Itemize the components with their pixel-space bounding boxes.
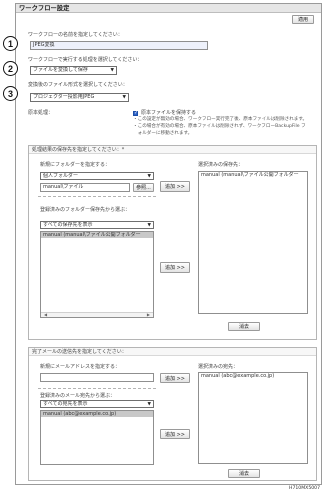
folder-path-input[interactable]: manual\ファイル bbox=[40, 183, 130, 192]
selected-recipients-label: 選択済みの宛先： bbox=[198, 364, 239, 370]
operation-select-value: ファイルを変換して保存 bbox=[33, 67, 88, 73]
mail-filter-value: すべての宛先を表示 bbox=[43, 401, 88, 407]
add-registered-mail-button[interactable]: 追加 >> bbox=[160, 429, 190, 439]
chevron-down-icon: ▼ bbox=[147, 402, 151, 407]
selected-destinations-label: 選択済みの保存先： bbox=[198, 162, 244, 168]
name-label: ワークフローの名前を指定してください： bbox=[28, 32, 123, 38]
figure-code: H710MX5007 bbox=[289, 486, 321, 491]
new-mail-label: 新規にメールアドレスを指定する： bbox=[40, 364, 121, 370]
registered-mail-label: 登録済みのメール宛先から選ぶ： bbox=[40, 393, 116, 399]
apply-button[interactable]: 適用 bbox=[292, 15, 314, 24]
operation-select[interactable]: ファイルを変換して保存 ▼ bbox=[30, 66, 117, 75]
keep-original-label: 原本ファイルを保持する bbox=[141, 110, 197, 116]
registered-folders-label: 登録済みのフォルダー保存先から選ぶ： bbox=[40, 207, 131, 213]
original-file-label: 原本処理： bbox=[28, 110, 54, 116]
divider bbox=[38, 196, 156, 197]
selected-destinations-list[interactable]: manual (manual\ファイル公開フォルダー bbox=[198, 171, 308, 314]
scroll-left-icon: ◀ bbox=[44, 312, 48, 317]
selected-recipients-list[interactable]: manual (abc@example.co.jp) bbox=[198, 372, 308, 464]
original-note-2: ・この場合が有効の場合、原本ファイルは削除されず、ワークフローBackupFil… bbox=[133, 124, 306, 129]
folder-filter-value: すべての保存先を表示 bbox=[43, 222, 93, 228]
callout-1: 1 bbox=[3, 36, 18, 51]
mail-filter-select[interactable]: すべての宛先を表示 ▼ bbox=[40, 400, 154, 408]
browse-button[interactable]: 参照... bbox=[133, 183, 154, 192]
chevron-down-icon: ▼ bbox=[147, 174, 151, 179]
list-item[interactable]: manual (manual\ファイル公開フォルダー bbox=[41, 232, 153, 238]
delete-destination-button[interactable]: 消去 bbox=[228, 322, 260, 331]
divider bbox=[38, 388, 156, 389]
new-mail-input[interactable] bbox=[40, 373, 154, 382]
registered-mail-list[interactable]: manual (abc@example.co.jp) bbox=[40, 410, 154, 465]
format-label: 変換後のファイル形式を選択してください： bbox=[28, 82, 128, 88]
chevron-down-icon: ▼ bbox=[110, 68, 114, 73]
operation-label: ワークフローで実行する処理を選択してください： bbox=[28, 57, 143, 63]
add-folder-button[interactable]: 追加 >> bbox=[160, 181, 190, 192]
mail-section-header: 完了メールの送信先を指定してください： bbox=[29, 348, 316, 356]
folder-filter-select[interactable]: すべての保存先を表示 ▼ bbox=[40, 221, 154, 229]
list-item[interactable]: manual (abc@example.co.jp) bbox=[199, 373, 307, 379]
workflow-name-input[interactable]: JPEG変換 bbox=[30, 41, 208, 50]
chevron-down-icon: ▼ bbox=[122, 95, 126, 100]
page-title: ワークフロー設定 bbox=[19, 5, 70, 12]
format-select-value: プロジェクター投影用JPEG bbox=[33, 94, 95, 100]
add-mail-button[interactable]: 追加 >> bbox=[160, 373, 190, 383]
chevron-down-icon: ▼ bbox=[147, 223, 151, 228]
format-select[interactable]: プロジェクター投影用JPEG ▼ bbox=[30, 93, 129, 102]
add-registered-folder-button[interactable]: 追加 >> bbox=[160, 262, 190, 273]
folder-type-value: 個人フォルダー bbox=[43, 173, 79, 179]
checkmark-icon: ✓ bbox=[134, 110, 139, 116]
scroll-right-icon: ▶ bbox=[146, 312, 150, 317]
keep-original-checkbox[interactable]: ✓ bbox=[133, 110, 139, 116]
original-note-1: ・この設定が無効の場合、ワークフロー実行完了後、原本ファイルは削除されます。 bbox=[133, 117, 308, 122]
list-item[interactable]: manual (manual\ファイル公開フォルダー bbox=[199, 172, 307, 178]
new-folder-label: 新規にフォルダーを指定する： bbox=[40, 162, 111, 168]
callout-3: 3 bbox=[3, 86, 18, 101]
registered-folders-list[interactable]: manual (manual\ファイル公開フォルダー ◀ ▶ bbox=[40, 231, 154, 318]
original-note-3: ォルダーに移動されます。 bbox=[133, 131, 193, 136]
list-item[interactable]: manual (abc@example.co.jp) bbox=[41, 411, 153, 417]
callout-2: 2 bbox=[3, 61, 18, 76]
save-section-header: 処理結果の保存先を指定してください：* bbox=[29, 146, 316, 154]
horizontal-scrollbar[interactable]: ◀ ▶ bbox=[41, 312, 153, 317]
folder-type-select[interactable]: 個人フォルダー ▼ bbox=[40, 172, 154, 180]
delete-recipient-button[interactable]: 消去 bbox=[228, 469, 260, 478]
